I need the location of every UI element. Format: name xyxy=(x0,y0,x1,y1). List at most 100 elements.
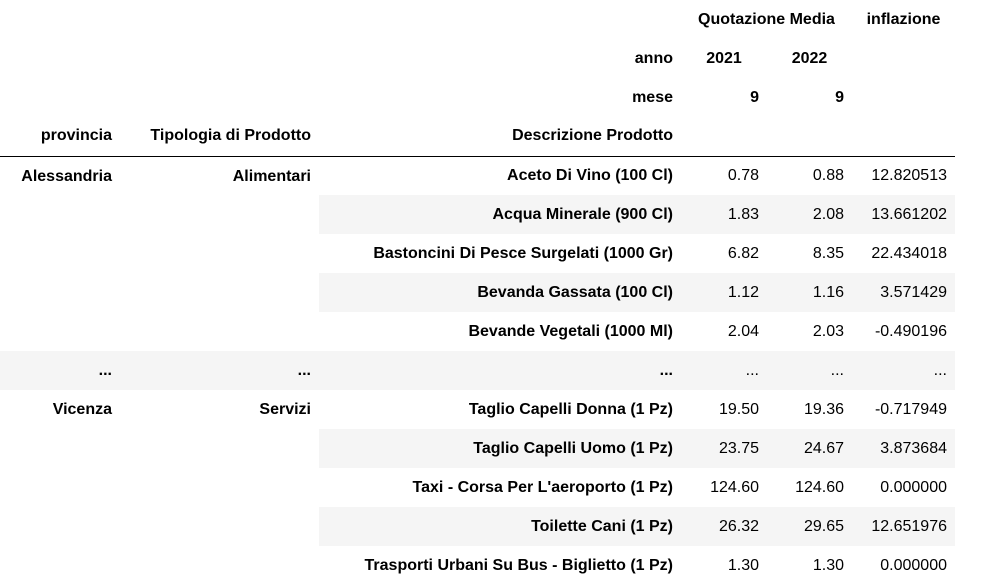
header-provincia: provincia xyxy=(0,117,120,157)
header-blank xyxy=(767,117,852,157)
header-row-anno: anno 2021 2022 xyxy=(0,39,955,78)
row-tipologia xyxy=(120,312,319,351)
cell-2022: 24.67 xyxy=(767,429,852,468)
cell-inflazione: 13.661202 xyxy=(852,195,955,234)
header-anno-label: anno xyxy=(634,49,673,67)
table-row: Acqua Minerale (900 Cl) 1.83 2.08 13.661… xyxy=(0,195,955,234)
cell-inflazione: -0.490196 xyxy=(874,322,947,340)
row-descrizione: Taglio Capelli Donna (1 Pz) xyxy=(468,400,673,418)
row-tipologia xyxy=(120,546,319,585)
cell-inflazione: 12.651976 xyxy=(852,507,955,546)
cell-2022: 2.03 xyxy=(812,322,844,340)
row-provincia: Alessandria xyxy=(21,167,112,185)
table-row: Bastoncini Di Pesce Surgelati (1000 Gr) … xyxy=(0,234,955,273)
cell-inflazione: 3.873684 xyxy=(852,429,955,468)
row-provincia xyxy=(0,273,120,312)
header-row-mese: mese 9 9 xyxy=(0,78,955,117)
cell-2021: 23.75 xyxy=(681,429,767,468)
table-row: Trasporti Urbani Su Bus - Biglietto (1 P… xyxy=(0,546,955,585)
row-tipologia xyxy=(120,507,319,546)
cell-2021: 6.82 xyxy=(727,244,759,262)
row-provincia xyxy=(0,429,120,468)
row-descrizione: ... xyxy=(319,351,681,390)
cell-2022: 0.88 xyxy=(812,166,844,184)
cell-2022: 29.65 xyxy=(767,507,852,546)
table-row: Bevande Vegetali (1000 Ml) 2.04 2.03 -0.… xyxy=(0,312,955,351)
table-row-ellipsis: ... ... ... ... ... ... xyxy=(0,351,955,390)
header-row-group: Quotazione Media inflazione xyxy=(0,0,955,39)
cell-2022: 1.30 xyxy=(812,556,844,574)
header-blank xyxy=(852,117,955,157)
row-provincia xyxy=(0,468,120,507)
row-descrizione: Trasporti Urbani Su Bus - Biglietto (1 P… xyxy=(364,556,673,574)
row-tipologia xyxy=(120,429,319,468)
cell-2021: 19.50 xyxy=(718,400,759,418)
row-descrizione: Bastoncini Di Pesce Surgelati (1000 Gr) xyxy=(373,244,673,262)
cell-inflazione: -0.717949 xyxy=(874,400,947,418)
row-descrizione: Acqua Minerale (900 Cl) xyxy=(319,195,681,234)
table-row: Taglio Capelli Uomo (1 Pz) 23.75 24.67 3… xyxy=(0,429,955,468)
row-tipologia xyxy=(120,195,319,234)
dataframe-table: Quotazione Media inflazione anno 2021 20… xyxy=(0,0,955,585)
row-tipologia: Alimentari xyxy=(232,167,311,185)
cell-2021: 0.78 xyxy=(727,166,759,184)
header-year-2021: 2021 xyxy=(706,49,742,67)
header-blank xyxy=(319,0,681,39)
cell-inflazione: 22.434018 xyxy=(871,244,947,262)
header-quotazione-media: Quotazione Media xyxy=(698,10,835,28)
row-provincia xyxy=(0,507,120,546)
header-mese-label: mese xyxy=(632,88,673,106)
cell-2021: 1.83 xyxy=(681,195,767,234)
cell-2021: 26.32 xyxy=(681,507,767,546)
row-descrizione: Bevande Vegetali (1000 Ml) xyxy=(468,322,673,340)
table-row: Alessandria Alimentari Aceto Di Vino (10… xyxy=(0,156,955,195)
header-blank xyxy=(120,39,319,78)
row-provincia xyxy=(0,195,120,234)
header-blank xyxy=(0,39,120,78)
row-provincia xyxy=(0,546,120,585)
row-tipologia: Servizi xyxy=(259,401,311,418)
row-descrizione: Taglio Capelli Uomo (1 Pz) xyxy=(319,429,681,468)
row-provincia: ... xyxy=(0,351,120,390)
header-blank xyxy=(852,39,955,78)
row-provincia: Vicenza xyxy=(52,401,112,418)
cell-inflazione: 12.820513 xyxy=(871,166,947,184)
header-row-index-names: provincia Tipologia di Prodotto Descrizi… xyxy=(0,117,955,157)
header-blank xyxy=(852,78,955,117)
header-descrizione: Descrizione Prodotto xyxy=(319,117,681,157)
table-body: Alessandria Alimentari Aceto Di Vino (10… xyxy=(0,156,955,585)
header-blank xyxy=(120,0,319,39)
table-header: Quotazione Media inflazione anno 2021 20… xyxy=(0,0,955,157)
row-descrizione: Aceto Di Vino (100 Cl) xyxy=(507,166,673,184)
cell-inflazione: ... xyxy=(852,351,955,390)
row-tipologia xyxy=(120,468,319,507)
header-inflazione: inflazione xyxy=(866,10,941,28)
header-blank xyxy=(120,78,319,117)
row-provincia xyxy=(0,234,120,273)
header-blank xyxy=(0,0,120,39)
cell-2021: 124.60 xyxy=(710,478,759,496)
cell-2021: 1.12 xyxy=(681,273,767,312)
cell-2022: 19.36 xyxy=(803,400,844,418)
cell-2021: ... xyxy=(681,351,767,390)
row-provincia xyxy=(0,312,120,351)
cell-2022: 124.60 xyxy=(795,478,844,496)
row-tipologia: ... xyxy=(120,351,319,390)
table-row: Taxi - Corsa Per L'aeroporto (1 Pz) 124.… xyxy=(0,468,955,507)
header-month-2022: 9 xyxy=(835,88,844,106)
table-row: Bevanda Gassata (100 Cl) 1.12 1.16 3.571… xyxy=(0,273,955,312)
header-year-2022: 2022 xyxy=(791,49,828,67)
cell-2022: 8.35 xyxy=(812,244,844,262)
table-row: Toilette Cani (1 Pz) 26.32 29.65 12.6519… xyxy=(0,507,955,546)
table-row: Vicenza Servizi Taglio Capelli Donna (1 … xyxy=(0,390,955,429)
row-descrizione: Toilette Cani (1 Pz) xyxy=(319,507,681,546)
header-blank xyxy=(681,117,767,157)
row-tipologia xyxy=(120,273,319,312)
cell-2022: 1.16 xyxy=(767,273,852,312)
cell-2021: 2.04 xyxy=(727,322,759,340)
header-blank xyxy=(0,78,120,117)
row-descrizione: Taxi - Corsa Per L'aeroporto (1 Pz) xyxy=(412,478,673,496)
cell-2022: 2.08 xyxy=(767,195,852,234)
cell-2021: 1.30 xyxy=(727,556,759,574)
row-tipologia xyxy=(120,234,319,273)
